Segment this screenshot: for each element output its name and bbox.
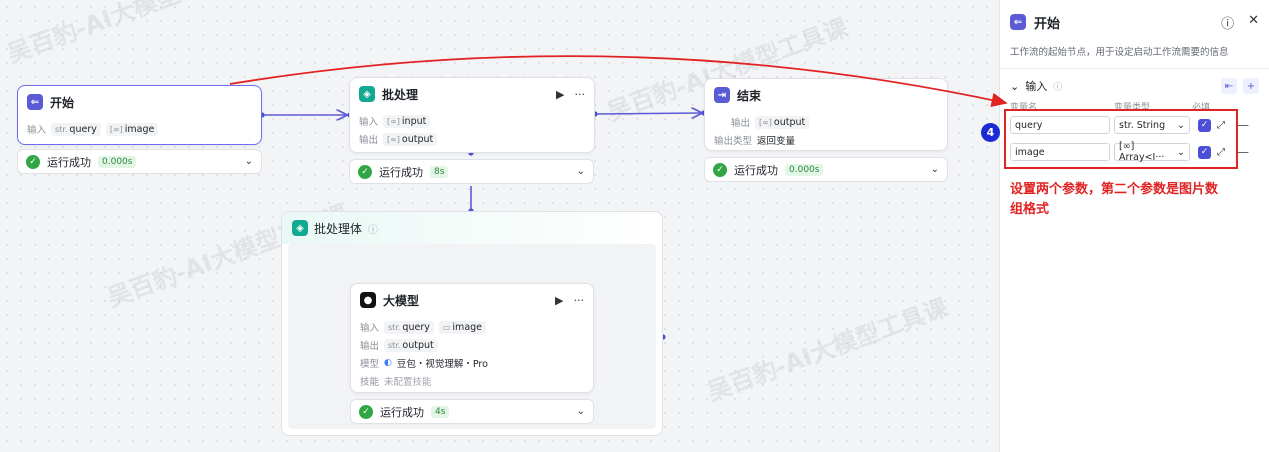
batch-icon: ◈ xyxy=(359,86,375,102)
output-tag: [∞] output xyxy=(755,115,810,129)
chevron-down-icon[interactable]: ⌄ xyxy=(577,166,585,177)
llm-icon: ● xyxy=(360,292,376,308)
run-icon[interactable]: ▶ xyxy=(555,294,563,307)
chevron-down-icon[interactable]: ⌄ xyxy=(931,164,939,175)
annotation-number: 4 xyxy=(981,123,1000,142)
batch-node[interactable]: ◈ 批处理 ▶ ··· 输入 [∞] input 输出 [∞] output xyxy=(349,77,595,153)
time-badge: 0.000s xyxy=(98,155,137,168)
model-value: 豆包・视觉理解・Pro xyxy=(396,359,488,370)
batch-status-bar[interactable]: ✓ 运行成功 8s ⌄ xyxy=(349,159,594,184)
input-section-label: 输入 xyxy=(1025,80,1048,93)
help-icon[interactable]: ⓘ xyxy=(1221,13,1234,32)
start-node-title: 开始 xyxy=(50,95,75,110)
output-label: 输出 xyxy=(360,341,380,352)
output-type-label: 输出类型 xyxy=(714,136,753,147)
llm-node[interactable]: ● 大模型 ▶ ··· 输入 str. query ▭ image 输出 str. o… xyxy=(350,283,594,393)
input-tag: [∞] input xyxy=(383,114,431,128)
more-icon[interactable]: ··· xyxy=(574,294,585,307)
add-icon[interactable]: + xyxy=(1243,78,1259,94)
input-tag-image: [∞] image xyxy=(105,122,159,136)
output-label: 输出 xyxy=(359,135,379,146)
start-node[interactable]: ⇐ 开始 输入 str. query [∞] image xyxy=(17,85,262,145)
divider xyxy=(1000,68,1269,69)
chevron-down-icon[interactable]: ⌄ xyxy=(577,406,585,417)
output-label: 输出 xyxy=(731,118,751,129)
end-node-title: 结束 xyxy=(737,88,762,103)
time-badge: 0.000s xyxy=(785,163,824,176)
run-icon[interactable]: ▶ xyxy=(556,88,564,101)
batch-body-title: 批处理体 xyxy=(314,221,363,236)
input-label: 输入 xyxy=(360,323,380,334)
success-check-icon: ✓ xyxy=(359,404,373,419)
time-badge: 4s xyxy=(431,405,450,418)
llm-status-bar[interactable]: ✓ 运行成功 4s ⌄ xyxy=(350,399,594,424)
annotation-text: 设置两个参数，第二个参数是图片数组格式 xyxy=(1010,182,1219,217)
end-node[interactable]: ⇥ 结束 输出 [∞] output 输出类型 返回变量 xyxy=(704,78,948,151)
node-config-panel: ⇐ 开始 ⓘ ✕ 工作流的起始节点，用于设定启动工作流需要的信息 ⌄ 输入 ⓘ … xyxy=(999,0,1269,452)
start-status-bar[interactable]: ✓ 运行成功 0.000s ⌄ xyxy=(17,149,262,174)
workflow-canvas[interactable]: 吴百豹-AI大模型工具课 吴百豹-AI大模型工具课 吴百豹-AI大模型工具课 吴… xyxy=(0,0,998,452)
output-tag: [∞] output xyxy=(383,132,438,146)
info-icon[interactable]: ⓘ xyxy=(1053,80,1062,93)
close-icon[interactable]: ✕ xyxy=(1248,13,1259,32)
panel-title: 开始 xyxy=(1034,16,1061,32)
success-check-icon: ✓ xyxy=(358,164,372,179)
chevron-down-icon[interactable]: ⌄ xyxy=(245,156,253,167)
time-badge: 8s xyxy=(430,165,449,178)
collapse-chevron-icon[interactable]: ⌄ xyxy=(1010,80,1019,93)
success-check-icon: ✓ xyxy=(26,154,40,169)
remove-icon[interactable]: — xyxy=(1237,118,1249,132)
input-label: 输入 xyxy=(27,125,47,136)
start-icon: ⇐ xyxy=(27,94,43,110)
input-tag-image: ▭ image xyxy=(438,320,487,334)
status-text: 运行成功 xyxy=(734,163,778,177)
status-text: 运行成功 xyxy=(47,155,91,169)
import-icon[interactable]: ⇤ xyxy=(1221,78,1237,94)
batch-node-title: 批处理 xyxy=(382,87,419,102)
skill-label: 技能 xyxy=(360,377,380,388)
annotation-box xyxy=(1004,109,1238,169)
panel-description: 工作流的起始节点，用于设定启动工作流需要的信息 xyxy=(1010,47,1229,58)
input-tag-query: str. query xyxy=(51,122,101,136)
remove-icon[interactable]: — xyxy=(1237,145,1249,159)
info-icon[interactable]: ⓘ xyxy=(368,221,378,236)
status-text: 运行成功 xyxy=(380,405,424,419)
start-icon: ⇐ xyxy=(1010,14,1026,30)
end-status-bar[interactable]: ✓ 运行成功 0.000s ⌄ xyxy=(704,157,948,182)
input-label: 输入 xyxy=(359,117,379,128)
output-type-value: 返回变量 xyxy=(757,136,796,147)
model-label: 模型 xyxy=(360,359,380,370)
doubao-icon: ◐ xyxy=(384,358,392,368)
skill-value: 未配置技能 xyxy=(384,377,432,388)
more-icon[interactable]: ··· xyxy=(575,88,586,101)
success-check-icon: ✓ xyxy=(713,162,727,177)
end-icon: ⇥ xyxy=(714,87,730,103)
status-text: 运行成功 xyxy=(379,165,423,179)
output-tag: str. output xyxy=(384,338,438,352)
batch-icon: ◈ xyxy=(292,220,308,236)
input-tag-query: str. query xyxy=(384,320,434,334)
llm-node-title: 大模型 xyxy=(383,293,420,308)
